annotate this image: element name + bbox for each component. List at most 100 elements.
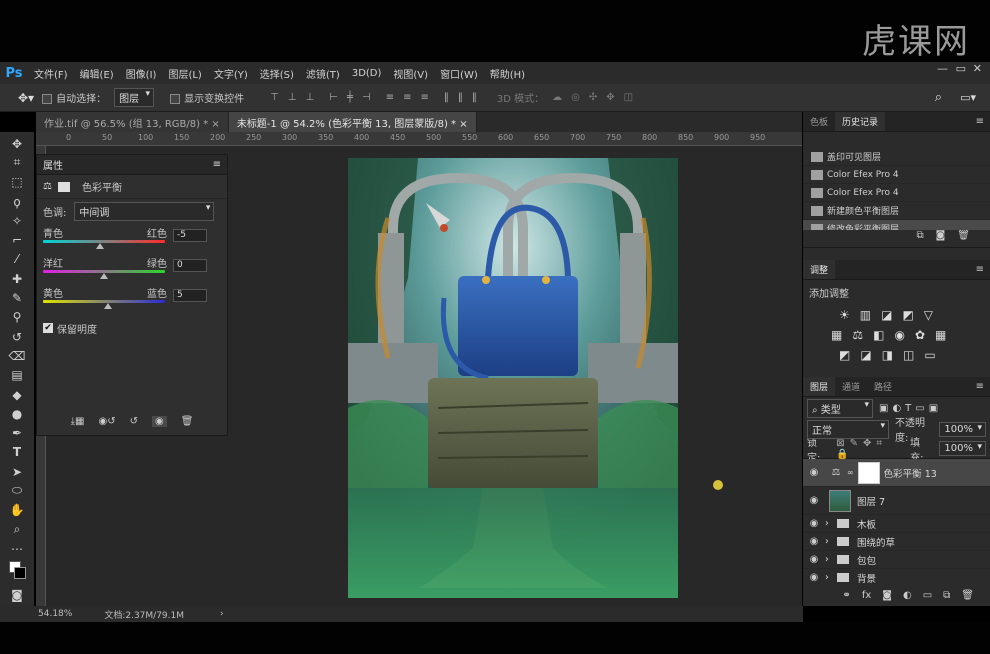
slider-thumb[interactable] bbox=[96, 243, 105, 249]
dodge-tool-icon[interactable]: ● bbox=[8, 406, 26, 421]
slider-thumb[interactable] bbox=[100, 273, 108, 279]
gradient-tool-icon[interactable]: ▤ bbox=[8, 368, 26, 383]
layer-row[interactable]: ◉ 图层 7 bbox=[803, 487, 990, 515]
delete-state-icon[interactable]: 🗑 bbox=[957, 230, 970, 247]
tab-close-icon[interactable]: × bbox=[211, 119, 219, 130]
3d-mode-icons[interactable]: ☁ ◎ ✣ ✥ ◫ bbox=[552, 92, 633, 103]
snapshot-icon[interactable]: ◙ bbox=[936, 230, 946, 247]
align-icons-group[interactable]: ⊤ ⊥ ⊥ ⊢ ╪ ⊣ ≡ ≡ ≡ ‖ ‖ ‖ bbox=[270, 92, 477, 103]
hue-saturation-icon[interactable]: ▦ bbox=[831, 328, 842, 342]
visibility-eye-icon[interactable]: ◉ bbox=[803, 572, 825, 583]
tab-channels[interactable]: 通道 bbox=[835, 377, 867, 396]
levels-icon[interactable]: ▥ bbox=[860, 308, 871, 322]
invert-icon[interactable]: ◩ bbox=[839, 348, 850, 362]
layer-row[interactable]: ◉ › 木板 bbox=[803, 515, 990, 533]
menu-type[interactable]: 文字(Y) bbox=[208, 66, 254, 81]
reset-icon[interactable]: ↺ bbox=[130, 416, 138, 427]
path-selection-tool-icon[interactable]: ➤ bbox=[8, 464, 26, 479]
crop-tool-icon[interactable]: ⌐ bbox=[8, 232, 26, 247]
vibrance-icon[interactable]: ▽ bbox=[924, 308, 933, 322]
history-brush-tool-icon[interactable]: ↺ bbox=[8, 329, 26, 344]
auto-select-checkbox[interactable]: 自动选择： bbox=[42, 90, 106, 105]
panel-menu-icon[interactable]: ≡ bbox=[976, 264, 984, 275]
color-slider[interactable]: 青色 红色 -5 bbox=[43, 225, 221, 253]
zoom-tool-icon[interactable]: ⌕ bbox=[8, 522, 26, 537]
view-previous-icon[interactable]: ◉↺ bbox=[98, 416, 115, 427]
menu-help[interactable]: 帮助(H) bbox=[484, 66, 531, 81]
history-item[interactable]: 修改色彩平衡图层 bbox=[803, 220, 990, 230]
layer-row[interactable]: ◉ › 围绕的草 bbox=[803, 533, 990, 551]
chevron-right-icon[interactable]: › bbox=[825, 536, 835, 547]
menu-edit[interactable]: 编辑(E) bbox=[74, 66, 120, 81]
visibility-eye-icon[interactable]: ◉ bbox=[803, 518, 825, 529]
visibility-eye-icon[interactable]: ◉ bbox=[803, 536, 825, 547]
gradient-map-icon[interactable]: ▭ bbox=[924, 348, 935, 362]
history-item[interactable]: 新建颜色平衡图层 bbox=[803, 202, 990, 220]
color-slider[interactable]: 黄色 蓝色 5 bbox=[43, 285, 221, 313]
add-mask-icon[interactable]: ◙ bbox=[882, 590, 892, 601]
brush-tool-icon[interactable]: ✎ bbox=[8, 290, 26, 305]
blur-tool-icon[interactable]: ◆ bbox=[8, 387, 26, 402]
filter-icons[interactable]: ▣◐T▭▣ bbox=[879, 403, 942, 414]
slider-value-field[interactable]: 5 bbox=[173, 289, 207, 302]
color-slider[interactable]: 洋红 绿色 0 bbox=[43, 255, 221, 283]
zoom-level[interactable]: 54.18% bbox=[38, 609, 72, 619]
eyedropper-tool-icon[interactable]: ⁄ bbox=[8, 252, 26, 267]
eraser-tool-icon[interactable]: ⌫ bbox=[8, 348, 26, 363]
blend-mode-dropdown[interactable]: 正常 bbox=[807, 419, 889, 439]
clone-stamp-tool-icon[interactable]: ⚲ bbox=[8, 310, 26, 325]
layer-thumbnail[interactable] bbox=[829, 489, 851, 512]
color-balance-icon[interactable]: ⚖ bbox=[852, 328, 863, 342]
link-layers-icon[interactable]: ⚭ bbox=[842, 590, 850, 601]
layer-style-icon[interactable]: fx bbox=[862, 590, 871, 601]
lock-icons[interactable]: ⊠✎✥⌗🔒 bbox=[836, 438, 904, 460]
menu-layer[interactable]: 图层(L) bbox=[162, 66, 207, 81]
channel-mixer-icon[interactable]: ✿ bbox=[915, 328, 925, 342]
new-group-icon[interactable]: ▭ bbox=[923, 590, 932, 601]
pen-tool-icon[interactable]: ✒ bbox=[8, 425, 26, 440]
tab-adjustments[interactable]: 调整 bbox=[803, 260, 836, 279]
new-adjustment-icon[interactable]: ◐ bbox=[903, 590, 912, 601]
tab-history[interactable]: 历史记录 bbox=[835, 112, 886, 131]
layer-row[interactable]: ◉ ⚖ ∞ 色彩平衡 13 bbox=[803, 459, 990, 487]
more-tools-icon[interactable]: ⋯ bbox=[8, 541, 26, 556]
exposure-icon[interactable]: ◩ bbox=[902, 308, 913, 322]
show-transform-checkbox[interactable]: 显示变换控件 bbox=[170, 90, 244, 105]
history-item[interactable]: Color Efex Pro 4 bbox=[803, 184, 990, 202]
hand-tool-icon[interactable]: ✋ bbox=[8, 503, 26, 518]
opacity-field[interactable]: 100% bbox=[939, 421, 986, 437]
selective-color-icon[interactable]: ◫ bbox=[903, 348, 914, 362]
color-swatch-icon[interactable] bbox=[8, 560, 26, 584]
search-icon[interactable]: ⌕ bbox=[935, 90, 942, 105]
preserve-luminosity-checkbox[interactable]: ✔ bbox=[43, 323, 53, 333]
type-tool-icon[interactable]: T bbox=[8, 445, 26, 460]
history-item[interactable]: Color Efex Pro 4 bbox=[803, 166, 990, 184]
brightness-contrast-icon[interactable]: ☀ bbox=[839, 308, 850, 322]
tab-document-1[interactable]: 作业.tif @ 56.5% (组 13, RGB/8) * × bbox=[36, 112, 229, 132]
marquee-tool-icon[interactable]: ⬚ bbox=[8, 175, 26, 190]
panel-menu-icon[interactable]: ≡ bbox=[976, 116, 984, 127]
new-layer-icon[interactable]: ⧉ bbox=[943, 590, 950, 601]
black-white-icon[interactable]: ◧ bbox=[873, 328, 884, 342]
move-tool-icon[interactable]: ✥▾ bbox=[18, 91, 34, 105]
tab-swatches[interactable]: 色板 bbox=[803, 112, 835, 131]
posterize-icon[interactable]: ◪ bbox=[860, 348, 871, 362]
new-document-from-state-icon[interactable]: ⧉ bbox=[916, 230, 923, 247]
quick-mask-icon[interactable]: ◙ bbox=[8, 587, 26, 602]
delete-layer-icon[interactable]: 🗑 bbox=[961, 590, 974, 601]
menu-file[interactable]: 文件(F) bbox=[28, 66, 74, 81]
tab-close-icon[interactable]: × bbox=[459, 119, 467, 130]
menu-select[interactable]: 选择(S) bbox=[254, 66, 300, 81]
panel-menu-icon[interactable]: ≡ bbox=[213, 159, 221, 170]
layer-row[interactable]: ◉ › 包包 bbox=[803, 551, 990, 569]
tone-dropdown[interactable]: 中间调 bbox=[74, 201, 215, 221]
slider-value-field[interactable]: -5 bbox=[173, 229, 207, 242]
chevron-right-icon[interactable]: › bbox=[825, 518, 835, 529]
visibility-eye-icon[interactable]: ◉ bbox=[803, 554, 825, 565]
fill-field[interactable]: 100% bbox=[939, 441, 987, 456]
menu-3d[interactable]: 3D(D) bbox=[346, 68, 388, 79]
visibility-eye-icon[interactable]: ◉ bbox=[803, 467, 825, 478]
clip-to-layer-icon[interactable]: ⤓▦ bbox=[71, 416, 85, 427]
history-item[interactable]: 盖印可见图层 bbox=[803, 148, 990, 166]
workspace-icon[interactable]: ▭▾ bbox=[960, 91, 976, 104]
